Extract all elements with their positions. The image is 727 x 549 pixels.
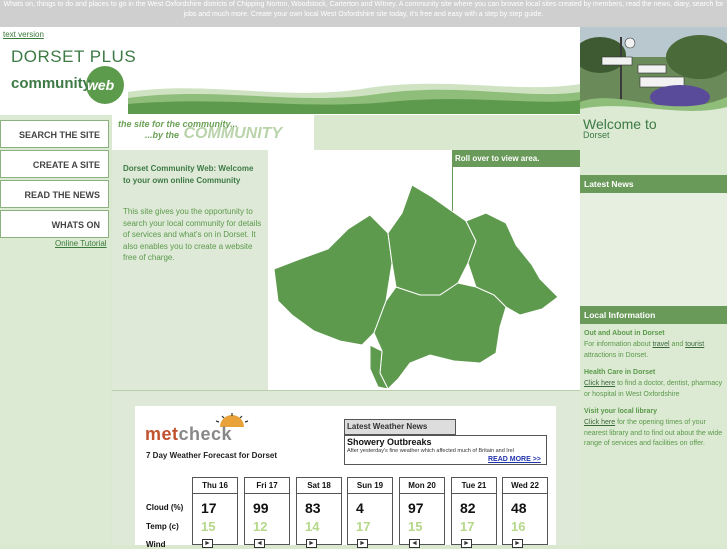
cloud-value: 99	[253, 500, 269, 516]
text-segment: and	[669, 341, 686, 348]
cloud-value: 97	[408, 500, 424, 516]
metcheck-logo: metcheck	[145, 424, 232, 445]
welcome-body: This site gives you the opportunity to s…	[123, 207, 262, 262]
nav-create-site[interactable]: CREATE A SITE	[0, 150, 109, 178]
temp-value: 15	[201, 519, 216, 534]
tourist-link[interactable]: tourist	[685, 341, 704, 348]
latest-news-box	[580, 193, 727, 306]
header-wave-graphic	[128, 83, 580, 114]
weather-read-more-link[interactable]: READ MORE >>	[488, 456, 541, 463]
local-info-library-text: Click here for the opening times of your…	[584, 418, 724, 450]
latest-news-heading: Latest News	[580, 175, 727, 193]
day-name: Sun 19	[356, 481, 384, 490]
day-name: Tue 21	[461, 481, 487, 490]
wind-arrow-icon: ►	[306, 539, 317, 548]
temp-value: 17	[460, 519, 475, 534]
welcome-title: Dorset Community Web: Welcome to your ow…	[123, 164, 254, 185]
top-description-bar: Whats on, things to do and places to go …	[0, 0, 727, 27]
dorset-district-map[interactable]	[270, 183, 562, 389]
row-label-cloud: Cloud (%)	[146, 503, 184, 512]
day-divider	[399, 493, 445, 494]
brand-web-text: web	[87, 77, 115, 93]
cloud-value: 82	[460, 500, 476, 516]
forecast-subtitle: 7 Day Weather Forecast for Dorset	[146, 451, 278, 460]
cloud-value: 17	[201, 500, 217, 516]
wind-arrow-icon: ►	[357, 539, 368, 548]
text-segment: attractions in Dorset.	[584, 351, 649, 359]
text-segment: For information about	[584, 341, 653, 348]
wind-arrow-icon: ►	[512, 539, 523, 548]
map-district-south	[373, 282, 507, 389]
day-divider	[244, 493, 290, 494]
row-label-temp: Temp (c)	[146, 522, 179, 531]
map-rollover-hint: Roll over to view area.	[452, 150, 580, 167]
welcome-location: Dorset	[583, 130, 610, 140]
weather-news-heading: Latest Weather News	[344, 419, 456, 435]
village-photo	[580, 27, 727, 114]
tagline-community: COMMUNITY	[183, 125, 283, 142]
temp-value: 14	[305, 519, 320, 534]
map-district-north	[387, 184, 477, 296]
day-name: Thu 16	[202, 481, 228, 490]
day-name: Fri 17	[256, 481, 278, 490]
local-info-health-text: Click here to find a doctor, dentist, ph…	[584, 379, 724, 400]
brand-community-text: community	[11, 75, 92, 92]
temp-value: 16	[511, 519, 526, 534]
tagline-by-the: ...by the	[145, 130, 180, 140]
day-divider	[296, 493, 342, 494]
local-info-library-heading: Visit your local library	[584, 408, 658, 415]
weather-news-text: After yesterday's fine weather which aff…	[347, 448, 514, 454]
cloud-value: 4	[356, 500, 364, 516]
top-description-text: Whats on, things to do and places to go …	[3, 1, 724, 18]
local-info-out-about-text: For information about travel and tourist…	[584, 340, 724, 361]
day-name: Mon 20	[408, 481, 436, 490]
wind-arrow-icon: ◄	[254, 539, 265, 548]
online-tutorial-link[interactable]: Online Tutorial	[55, 239, 107, 248]
metcheck-logo-met: met	[145, 424, 179, 444]
wind-arrow-icon: ◄	[409, 539, 420, 548]
nav-read-news[interactable]: READ THE NEWS	[0, 180, 109, 208]
day-name: Sat 18	[307, 481, 331, 490]
metcheck-logo-check: check	[178, 424, 233, 444]
cloud-value: 83	[305, 500, 321, 516]
local-info-out-about-heading: Out and About in Dorset	[584, 330, 665, 337]
tagline-line2: ...by the COMMUNITY	[145, 125, 282, 143]
temp-value: 15	[408, 519, 423, 534]
day-divider	[451, 493, 497, 494]
brand-title: DORSET PLUS	[11, 47, 137, 66]
map-district-west	[273, 214, 393, 346]
nav-whats-on[interactable]: WHATS ON	[0, 210, 109, 238]
temp-value: 12	[253, 519, 268, 534]
local-information-heading: Local Information	[580, 306, 727, 324]
local-info-health-heading: Health Care in Dorset	[584, 369, 656, 376]
day-divider	[347, 493, 393, 494]
day-divider	[192, 493, 238, 494]
travel-link[interactable]: travel	[652, 341, 669, 348]
wind-arrow-icon: ►	[202, 539, 213, 548]
cloud-value: 48	[511, 500, 527, 516]
text-version-link[interactable]: text version	[3, 30, 44, 39]
wind-arrow-icon: ►	[461, 539, 472, 548]
day-name: Wed 22	[511, 481, 539, 490]
day-divider	[502, 493, 548, 494]
health-click-here-link[interactable]: Click here	[584, 380, 615, 387]
temp-value: 17	[356, 519, 371, 534]
weather-news-title: Showery Outbreaks	[347, 437, 432, 447]
library-click-here-link[interactable]: Click here	[584, 419, 615, 426]
nav-search-site[interactable]: SEARCH THE SITE	[0, 120, 109, 148]
